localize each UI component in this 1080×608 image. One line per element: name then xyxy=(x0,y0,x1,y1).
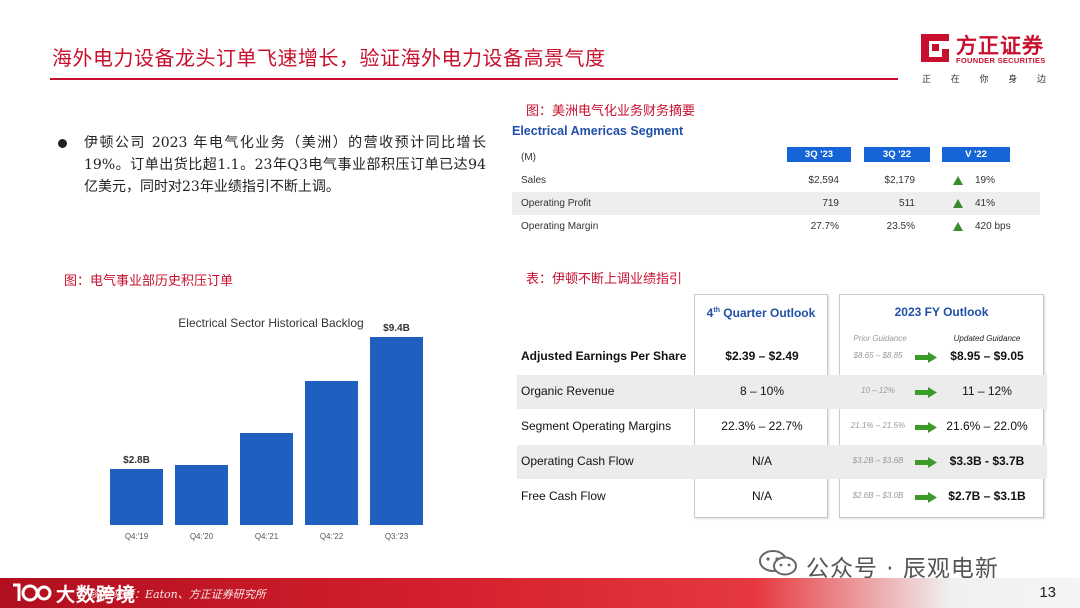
chart-title: Electrical Sector Historical Backlog xyxy=(178,316,363,330)
updated-value: $2.7B – $3.1B xyxy=(948,489,1026,503)
slogan-char: 你 xyxy=(979,75,989,85)
table-row: Free Cash Flow N/A $2.6B – $3.0B $2.7B –… xyxy=(517,480,1047,514)
title-divider xyxy=(50,78,898,80)
footer-brand-icon xyxy=(13,583,52,602)
backlog-bar-chart: Electrical Sector Historical Backlog $2.8… xyxy=(110,316,423,541)
chart-bar xyxy=(305,381,358,525)
metric-label: Organic Revenue xyxy=(521,384,615,398)
chart-bar xyxy=(175,465,228,525)
prior-value: 21.1% – 21.5% xyxy=(850,421,906,430)
backlog-caption: 图：电气事业部历史积压订单 xyxy=(64,274,234,289)
table-row: Operating Cash Flow N/A $3.2B – $3.6B $3… xyxy=(517,445,1047,479)
fy-outlook-header: 2023 FY Outlook xyxy=(894,305,989,319)
metric-label: Adjusted Earnings Per Share xyxy=(521,349,687,363)
table-row: Sales $2,594 $2,179 19% xyxy=(512,169,1040,192)
bar-data-label: $2.8B xyxy=(123,455,150,466)
logo-english-name: FOUNDER SECURITIES xyxy=(956,56,1046,65)
chart-bar xyxy=(240,433,293,525)
row-label: Operating Profit xyxy=(521,198,592,209)
value-3q22: 511 xyxy=(899,198,915,209)
prior-value: $8.65 – $8.85 xyxy=(853,351,903,360)
page-title: 海外电力设备龙头订单飞速增长，验证海外电力设备高景气度 xyxy=(52,46,606,70)
slogan-char: 身 xyxy=(1008,75,1018,85)
x-tick-label: Q4:'21 xyxy=(255,532,279,541)
unit-row: (M) xyxy=(512,146,1040,169)
slogan-char: 在 xyxy=(950,75,960,85)
row-label: Operating Margin xyxy=(521,221,599,232)
q4-value: $2.39 – $2.49 xyxy=(725,349,799,363)
financials-title: Electrical Americas Segment xyxy=(512,124,684,138)
page-number: 13 xyxy=(1039,584,1056,601)
footer-logo: 大数跨境 xyxy=(6,578,156,608)
row-label: Sales xyxy=(521,175,547,186)
value-variance: 19% xyxy=(975,175,996,186)
value-3q22: 23.5% xyxy=(886,221,915,232)
prior-value: $3.2B – $3.6B xyxy=(852,456,904,465)
financials-table: Electrical Americas Segment 3Q '23 3Q '2… xyxy=(512,124,1040,238)
updated-value: $8.95 – $9.05 xyxy=(950,349,1024,363)
table-row: Adjusted Earnings Per Share $2.39 – $2.4… xyxy=(517,340,1047,374)
right-arrow-icon xyxy=(915,422,937,433)
table-row: Operating Margin 27.7% 23.5% 420 bps xyxy=(512,215,1040,238)
financials-caption: 图：美洲电气化业务财务摘要 xyxy=(526,104,696,119)
value-variance: 420 bps xyxy=(975,221,1011,232)
value-3q22: $2,179 xyxy=(884,175,915,186)
q4-value: N/A xyxy=(751,454,772,468)
x-tick-label: Q4:'22 xyxy=(320,532,344,541)
up-arrow-icon xyxy=(953,176,963,185)
q4-value: 8 – 10% xyxy=(739,384,785,398)
value-3q23: $2,594 xyxy=(808,175,839,186)
outlook-table: 4th Quarter Outlook 2023 FY Outlook Prio… xyxy=(517,294,1047,519)
wechat-watermark: 公众号 · 辰观电新 xyxy=(758,547,1058,582)
value-3q23: 719 xyxy=(822,198,839,209)
prior-value: $2.6B – $3.0B xyxy=(852,491,904,500)
slogan-char: 正 xyxy=(922,75,932,85)
chart-bar xyxy=(370,337,423,525)
summary-bullet: 伊顿公司 2023 年电气化业务（美洲）的营收预计同比增长 19%。订单出货比超… xyxy=(58,132,486,198)
q4-value: N/A xyxy=(751,489,772,503)
company-logo: 方正证券 FOUNDER SECURITIES 正 在 你 身 边 xyxy=(918,30,1058,86)
right-arrow-icon xyxy=(915,352,937,363)
chart-bar xyxy=(110,469,163,525)
q4-outlook-header: 4th Quarter Outlook xyxy=(694,306,828,320)
metric-label: Segment Operating Margins xyxy=(521,419,672,433)
right-arrow-icon xyxy=(915,457,937,468)
wechat-icon xyxy=(759,550,797,576)
value-3q23: 27.7% xyxy=(810,221,839,232)
x-tick-label: Q4:'19 xyxy=(125,532,149,541)
metric-label: Operating Cash Flow xyxy=(521,454,634,468)
table-row: Operating Profit 719 511 41% xyxy=(512,192,1040,215)
table-row: Segment Operating Margins 22.3% – 22.7% … xyxy=(517,410,1047,444)
prior-value: 10 – 12% xyxy=(861,386,895,395)
q4-value: 22.3% – 22.7% xyxy=(721,419,803,433)
table-row: Organic Revenue 8 – 10% 10 – 12% 11 – 12… xyxy=(517,375,1047,409)
up-arrow-icon xyxy=(953,222,963,231)
q4-header-sup: th xyxy=(713,307,720,314)
footer-logo-text: 大数跨境 xyxy=(56,584,137,606)
x-tick-label: Q4:'20 xyxy=(190,532,214,541)
unit-label: (M) xyxy=(521,152,536,163)
right-arrow-icon xyxy=(915,492,937,503)
updated-value: $3.3B - $3.7B xyxy=(949,454,1025,468)
bullet-text: 伊顿公司 2023 年电气化业务（美洲）的营收预计同比增长 19%。订单出货比超… xyxy=(84,135,486,195)
bar-data-label: $9.4B xyxy=(383,323,410,334)
updated-value: 11 – 12% xyxy=(962,384,1012,398)
logo-slogan: 正 在 你 身 边 xyxy=(918,72,1048,85)
bullet-dot-icon xyxy=(58,139,67,148)
footer-bar: 资料来源：Eaton、方正证券研究所 大数跨境 13 xyxy=(0,578,1080,608)
outlook-caption: 表：伊顿不断上调业绩指引 xyxy=(526,272,683,287)
value-variance: 41% xyxy=(975,198,996,209)
up-arrow-icon xyxy=(953,199,963,208)
x-tick-label: Q3:'23 xyxy=(385,532,409,541)
metric-label: Free Cash Flow xyxy=(521,489,606,503)
founder-logo-icon xyxy=(921,34,949,62)
slogan-char: 边 xyxy=(1036,75,1046,85)
updated-value: 21.6% – 22.0% xyxy=(946,419,1028,433)
q4-header-text: Quarter Outlook xyxy=(719,306,816,320)
right-arrow-icon xyxy=(915,387,937,398)
